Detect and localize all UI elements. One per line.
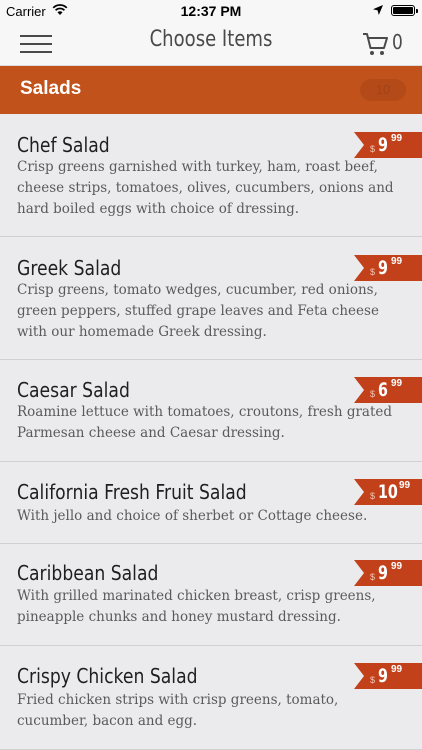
- price-cents: 99: [391, 378, 403, 389]
- item-name: Greek Salad: [17, 256, 122, 280]
- price-dollars: 9: [378, 257, 388, 279]
- price-dollars: 9: [378, 665, 388, 687]
- price-cents: 99: [391, 256, 403, 267]
- item-description: With jello and choice of sherbet or Cott…: [17, 508, 368, 524]
- menu-item-chef-salad[interactable]: Chef Salad $ 9 99 Crisp greens garnished…: [0, 114, 422, 237]
- menu-item-greek-salad[interactable]: Greek Salad $ 9 99 Crisp greens, tomato …: [0, 237, 422, 360]
- price-tag: $ 9 99: [354, 560, 422, 586]
- price-tag: $ 9 99: [354, 663, 422, 689]
- status-bar: Carrier 12:37 PM: [0, 0, 422, 22]
- page-title: Choose Items: [149, 27, 273, 52]
- shopping-cart-icon[interactable]: [362, 31, 390, 57]
- location-arrow-icon: [373, 5, 383, 15]
- cart-count[interactable]: 0: [392, 30, 403, 54]
- item-name: Caesar Salad: [17, 378, 130, 402]
- menu-item-caribbean-salad[interactable]: Caribbean Salad $ 9 99 With grilled mari…: [0, 544, 422, 646]
- price-currency: $: [370, 389, 376, 399]
- item-description: With grilled marinated chicken breast, c…: [17, 588, 376, 625]
- price-tag: $ 10 99: [354, 479, 422, 505]
- item-description: Roamine lettuce with tomatoes, croutons,…: [17, 404, 393, 441]
- item-name: Crispy Chicken Salad: [17, 664, 198, 688]
- menu-item-caesar-salad[interactable]: Caesar Salad $ 6 99 Roamine lettuce with…: [0, 360, 422, 462]
- item-name: Chef Salad: [17, 133, 110, 157]
- price-currency: $: [370, 267, 376, 277]
- price-currency: $: [370, 675, 376, 685]
- menu-item-crispy-chicken-salad[interactable]: Crispy Chicken Salad $ 9 99 Fried chicke…: [0, 646, 422, 750]
- price-dollars: 6: [378, 379, 388, 401]
- status-time: 12:37 PM: [180, 3, 242, 19]
- price-tag: $ 6 99: [354, 377, 422, 403]
- price-tag: $ 9 99: [354, 132, 422, 158]
- battery-icon: [391, 5, 418, 16]
- price-currency: $: [370, 491, 376, 501]
- category-header: Salads 10: [0, 66, 422, 114]
- menu-item-california-fresh-fruit-salad[interactable]: California Fresh Fruit Salad $ 10 99 Wit…: [0, 462, 422, 544]
- price-currency: $: [370, 572, 376, 582]
- category-count-badge: 10: [360, 79, 406, 101]
- price-dollars: 9: [378, 562, 388, 584]
- price-cents: 99: [391, 133, 403, 144]
- item-description: Fried chicken strips with crisp greens, …: [17, 692, 339, 729]
- price-dollars: 9: [378, 134, 388, 156]
- item-description: Crisp greens garnished with turkey, ham,…: [17, 159, 394, 217]
- item-name: Caribbean Salad: [17, 561, 159, 585]
- price-cents: 99: [391, 664, 403, 675]
- price-currency: $: [370, 144, 376, 154]
- item-name: California Fresh Fruit Salad: [17, 480, 247, 504]
- item-description: Crisp greens, tomato wedges, cucumber, r…: [17, 282, 379, 340]
- navigation-bar: Choose Items 0: [0, 22, 422, 66]
- price-cents: 99: [391, 561, 403, 572]
- price-dollars: 10: [378, 481, 398, 503]
- price-tag: $ 9 99: [354, 255, 422, 281]
- menu-item-list: Chef Salad $ 9 99 Crisp greens garnished…: [0, 114, 422, 750]
- category-title: Salads: [20, 78, 82, 99]
- price-cents: 99: [399, 480, 411, 491]
